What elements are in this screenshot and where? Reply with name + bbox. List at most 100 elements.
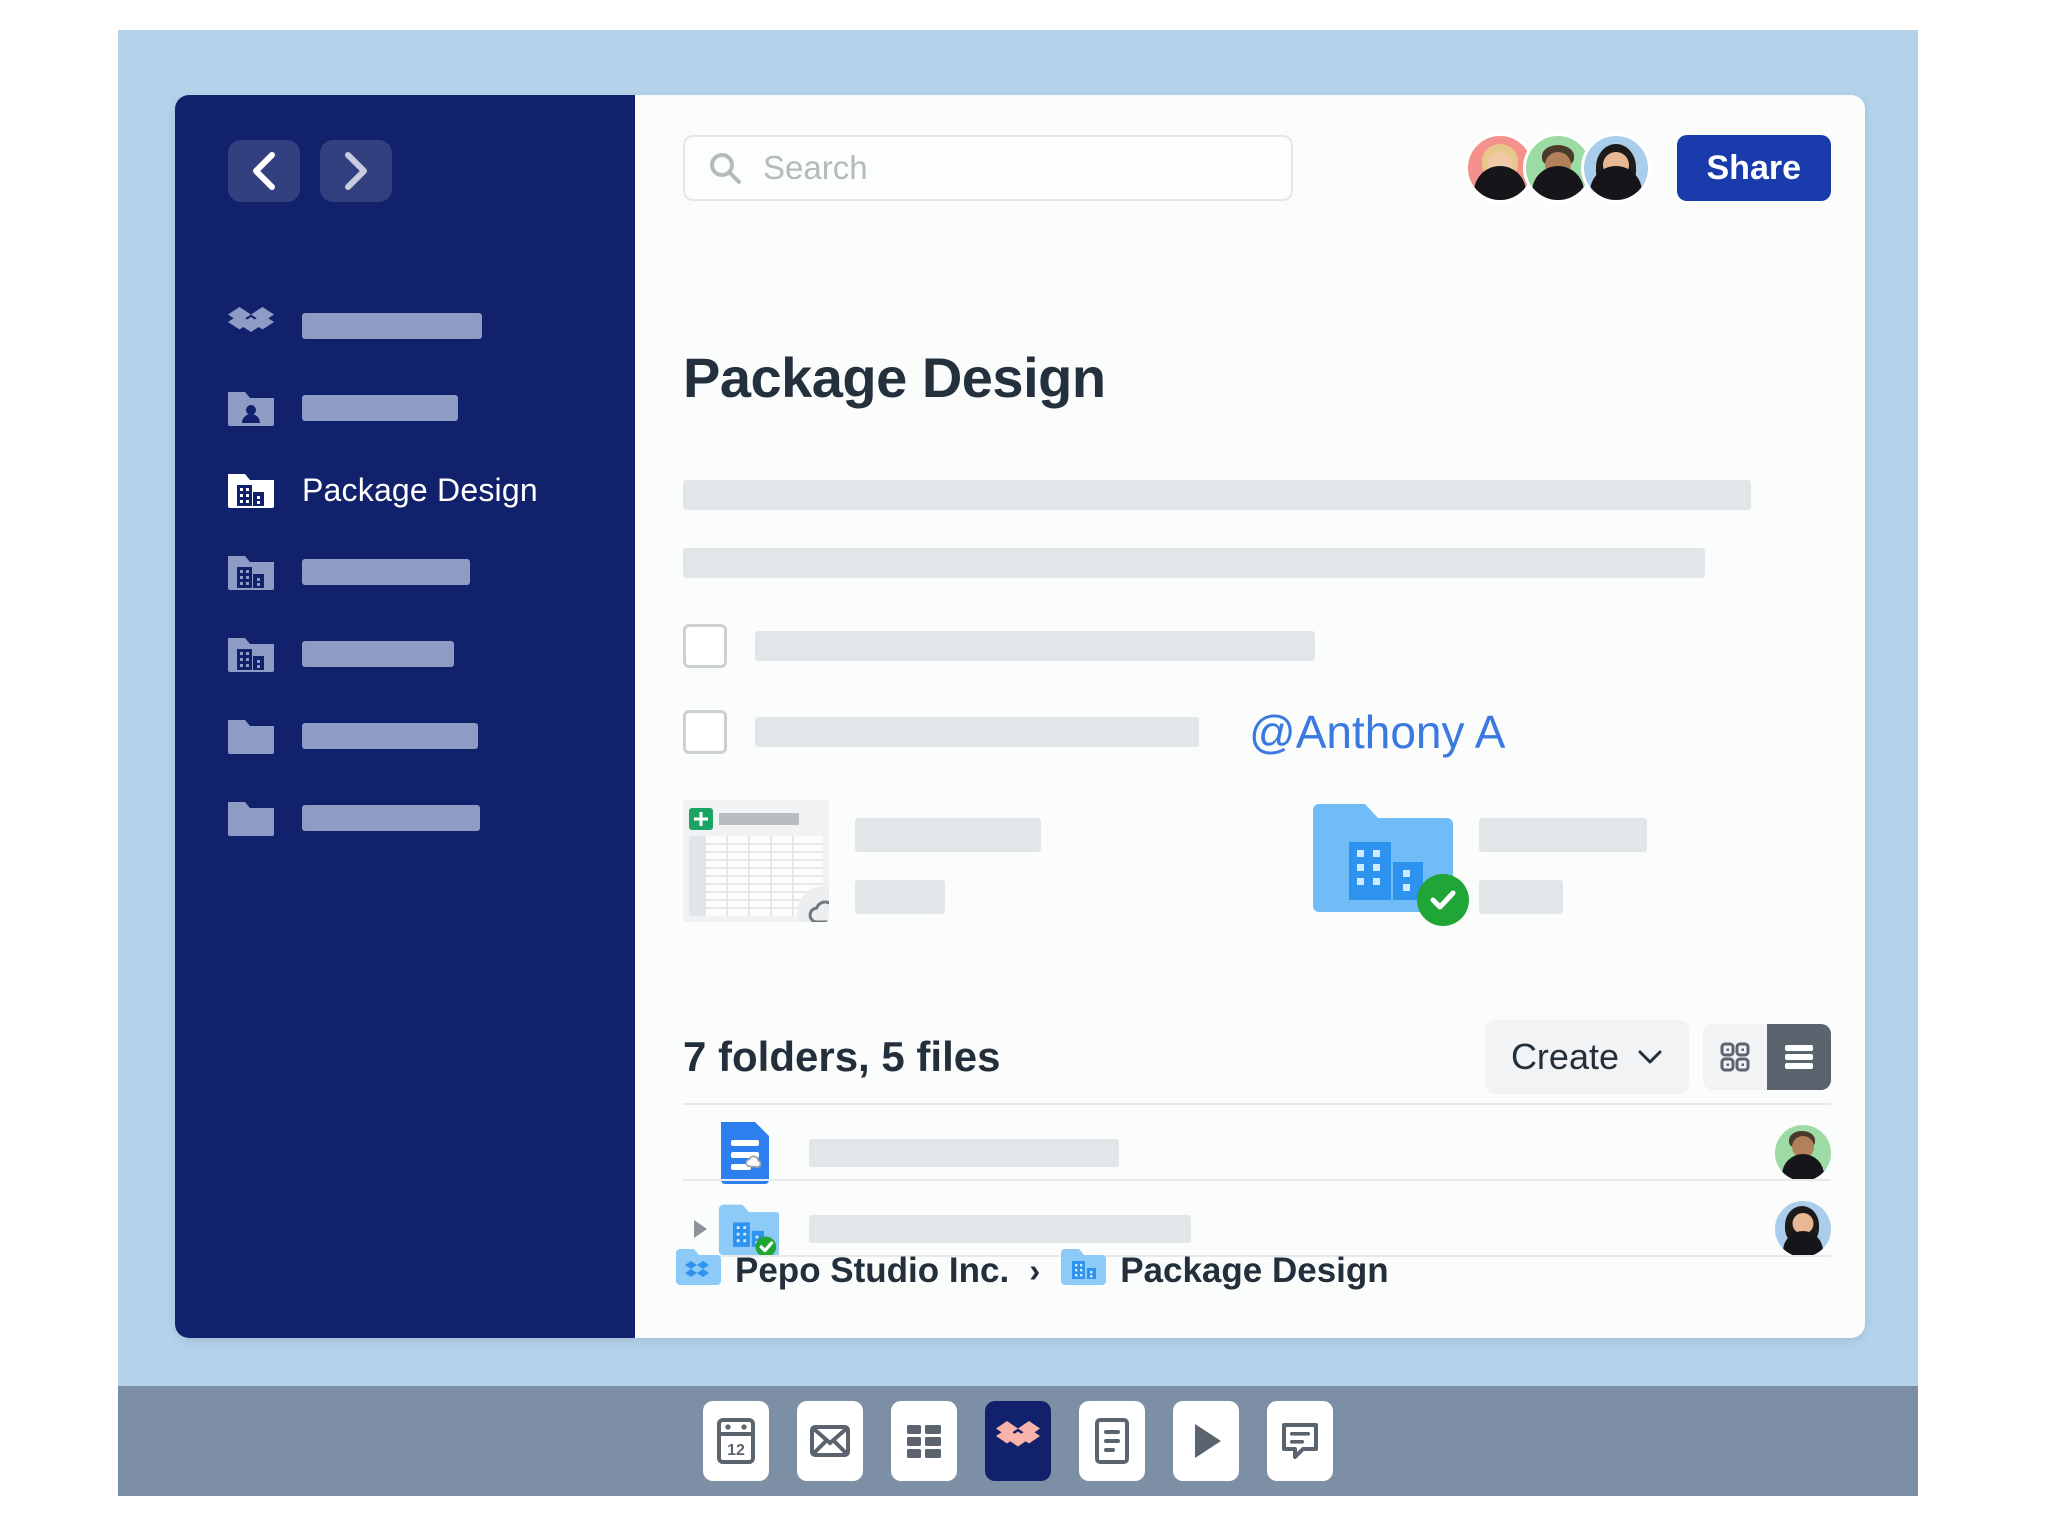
dock-item-calendar[interactable]: 12 [703,1401,769,1481]
sidebar-item-team-folder-2[interactable] [175,531,635,613]
sidebar-item-package-design[interactable]: Package Design [175,449,635,531]
top-bar: Search Share [683,133,1831,203]
team-folder-blue-icon [1060,1245,1107,1296]
sidebar-item-label-placeholder [302,313,482,339]
checklist-text-placeholder [755,717,1199,747]
meta-placeholder [855,880,945,914]
dropbox-app-window: Package Design Search Share Package Desi… [175,95,1865,1338]
create-button[interactable]: Create [1484,1020,1689,1094]
checkbox[interactable] [683,710,727,754]
folder-card-meta [1479,800,1647,914]
team-folder-icon [228,634,274,674]
spreadsheet-card[interactable] [683,800,1323,922]
personal-folder-icon [228,388,274,428]
dock-item-mail[interactable] [797,1401,863,1481]
checkbox[interactable] [683,624,727,668]
files-header: 7 folders, 5 files Create [683,1020,1831,1094]
dock-item-chat[interactable] [1267,1401,1333,1481]
divider [683,1103,1831,1105]
sidebar-item-label-placeholder [302,723,478,749]
list-icon [1785,1045,1813,1069]
chevron-right-icon [345,152,367,190]
breadcrumb-separator: › [1029,1251,1041,1289]
team-folder-blue-icon [1313,800,1469,926]
sidebar-item-label: Package Design [302,471,538,508]
spreadsheet-thumbnail [683,800,829,922]
sidebar-item-list: Package Design [175,285,635,859]
team-folder-icon [228,552,274,592]
avatar[interactable] [1775,1125,1831,1181]
file-name-placeholder [809,1215,1191,1243]
sidebar-nav-buttons [228,140,392,202]
sidebar-item-label-placeholder [302,641,454,667]
calendar-day-label: 12 [727,1442,745,1459]
list-view-button[interactable] [1767,1024,1831,1090]
file-name-placeholder [809,1139,1119,1167]
spreadsheet-card-meta [855,800,1041,914]
breadcrumb: Pepo Studio Inc. › Package Design [675,1245,1389,1296]
sidebar: Package Design [175,95,635,1338]
row-expander-icon[interactable] [683,1217,717,1241]
search-icon [710,153,741,184]
screenshot-root: Package Design Search Share Package Desi… [0,0,2048,1536]
triangle-right-icon [694,1220,707,1238]
team-folder-icon [228,470,274,510]
mention-anthony-a[interactable]: @Anthony A [1249,705,1505,759]
sidebar-item-label-placeholder [302,559,470,585]
checklist-text-placeholder [755,631,1315,661]
forward-button[interactable] [320,140,392,202]
attachment-cards [683,800,1865,926]
dock-item-spreadsheets[interactable] [891,1401,957,1481]
content-placeholder-line [683,548,1705,578]
sidebar-item-dropbox[interactable] [175,285,635,367]
play-icon [1195,1424,1221,1458]
dock-item-dropbox[interactable] [985,1401,1051,1481]
checklist-item[interactable]: @Anthony A [683,705,1505,759]
collaborator-avatars [1464,133,1651,203]
share-button[interactable]: Share [1676,135,1831,201]
files-count-label: 7 folders, 5 files [683,1033,1001,1080]
dock-item-media[interactable] [1173,1401,1239,1481]
sidebar-item-label-placeholder [302,395,458,421]
search-placeholder: Search [763,149,868,186]
view-toggle [1703,1024,1831,1090]
dropbox-folder-icon [675,1245,721,1296]
chat-icon [1282,1423,1318,1459]
avatar[interactable] [1775,1201,1831,1257]
sidebar-item-team-folder-3[interactable] [175,613,635,695]
google-doc-icon [717,1118,779,1188]
folder-icon [228,798,274,838]
dropbox-icon [996,1421,1040,1447]
files-header-actions: Create [1484,1020,1831,1094]
meta-placeholder [1479,818,1647,852]
search-input[interactable]: Search [683,135,1293,201]
sidebar-item-personal[interactable] [175,367,635,449]
document-icon [1095,1418,1129,1464]
dock-item-documents[interactable] [1079,1401,1145,1481]
mail-icon [810,1425,850,1457]
breadcrumb-item-package-design[interactable]: Package Design [1120,1251,1388,1291]
meta-placeholder [855,818,1041,852]
avatar[interactable] [1580,133,1651,203]
grid-table-icon [907,1425,941,1458]
divider [683,1179,1831,1181]
dock: 12 [118,1386,1918,1496]
grid-view-button[interactable] [1703,1024,1767,1090]
main-content: Search Share Package Design @Anthony A 7… [635,95,1865,1338]
sidebar-item-folder-1[interactable] [175,695,635,777]
folder-icon [228,716,274,756]
calendar-icon: 12 [717,1418,755,1464]
chevron-down-icon [1638,1050,1662,1064]
create-button-label: Create [1510,1036,1619,1077]
breadcrumb-item-pepo-studio[interactable]: Pepo Studio Inc. [735,1251,1009,1291]
chevron-left-icon [253,152,275,190]
sidebar-item-label-placeholder [302,805,480,831]
checklist-item[interactable] [683,624,1315,668]
content-placeholder-line [683,480,1751,510]
grid-icon [1720,1042,1750,1072]
folder-card[interactable] [1313,800,1865,926]
dropbox-logo-icon [228,306,274,346]
page-title: Package Design [683,346,1106,409]
sidebar-item-folder-2[interactable] [175,777,635,859]
back-button[interactable] [228,140,300,202]
